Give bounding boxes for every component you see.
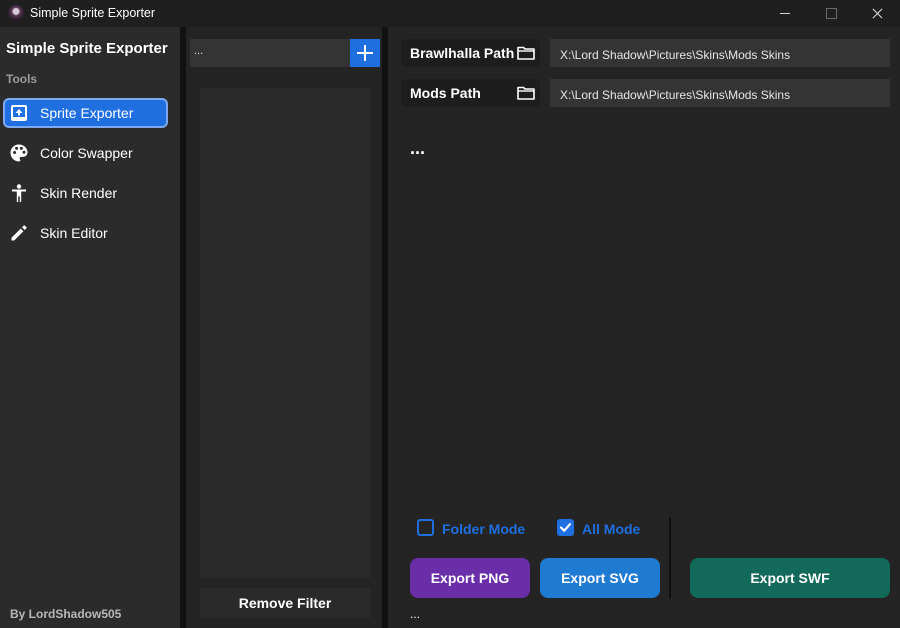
folder-icon[interactable]	[517, 46, 535, 60]
filter-panel: ... Remove Filter	[186, 27, 382, 628]
filter-input[interactable]: ...	[190, 39, 350, 67]
title-bar: Simple Sprite Exporter	[0, 0, 900, 27]
sidebar-item-label: Sprite Exporter	[40, 105, 134, 121]
sidebar-item-label: Skin Render	[40, 185, 118, 201]
export-swf-button[interactable]: Export SWF	[690, 558, 890, 598]
close-button[interactable]	[854, 0, 900, 27]
status-text: ...	[410, 138, 426, 158]
person-icon	[12, 184, 26, 202]
brawlhalla-path-label: Brawlhalla Path	[410, 45, 515, 61]
main-panel: Brawlhalla Path X:\Lord Shadow\Pictures\…	[388, 27, 900, 628]
sidebar-title: Simple Sprite Exporter	[6, 40, 168, 57]
remove-filter-button[interactable]: Remove Filter	[200, 588, 370, 618]
brawlhalla-path-selector[interactable]: Brawlhalla Path	[401, 39, 540, 67]
sidebar-section-label: Tools	[6, 72, 38, 86]
image-upload-icon	[11, 105, 27, 121]
sidebar-item-sprite-exporter[interactable]: Sprite Exporter	[3, 98, 168, 128]
check-icon	[559, 523, 572, 532]
sidebar-item-skin-render[interactable]: Skin Render	[3, 178, 168, 208]
mods-path-label: Mods Path	[410, 85, 481, 101]
maximize-button[interactable]	[808, 0, 854, 27]
bottom-status-text: ...	[410, 607, 421, 621]
brawlhalla-path-field[interactable]: X:\Lord Shadow\Pictures\Skins\Mods Skins	[550, 39, 890, 67]
sidebar-item-skin-editor[interactable]: Skin Editor	[3, 218, 168, 248]
sidebar-item-color-swapper[interactable]: Color Swapper	[3, 138, 168, 168]
add-filter-button[interactable]	[350, 39, 380, 67]
palette-icon	[10, 144, 28, 162]
mods-path-field[interactable]: X:\Lord Shadow\Pictures\Skins\Mods Skins	[550, 79, 890, 107]
author-credit: By LordShadow505	[10, 607, 122, 621]
app-icon	[8, 5, 24, 21]
sidebar-item-label: Color Swapper	[40, 145, 133, 161]
sidebar-item-label: Skin Editor	[40, 225, 108, 241]
window-title: Simple Sprite Exporter	[30, 6, 156, 20]
export-png-button[interactable]: Export PNG	[410, 558, 530, 598]
all-mode-label[interactable]: All Mode	[582, 521, 640, 537]
mods-path-selector[interactable]: Mods Path	[401, 79, 540, 107]
folder-icon[interactable]	[517, 86, 535, 100]
button-divider	[669, 517, 671, 599]
export-svg-button[interactable]: Export SVG	[540, 558, 660, 598]
folder-mode-checkbox[interactable]	[417, 519, 434, 536]
minimize-button[interactable]	[762, 0, 808, 27]
filter-list[interactable]	[200, 88, 370, 578]
folder-mode-label[interactable]: Folder Mode	[442, 521, 525, 537]
pencil-icon	[11, 225, 27, 241]
all-mode-checkbox[interactable]	[557, 519, 574, 536]
sidebar: Simple Sprite Exporter Tools Sprite Expo…	[0, 27, 180, 628]
